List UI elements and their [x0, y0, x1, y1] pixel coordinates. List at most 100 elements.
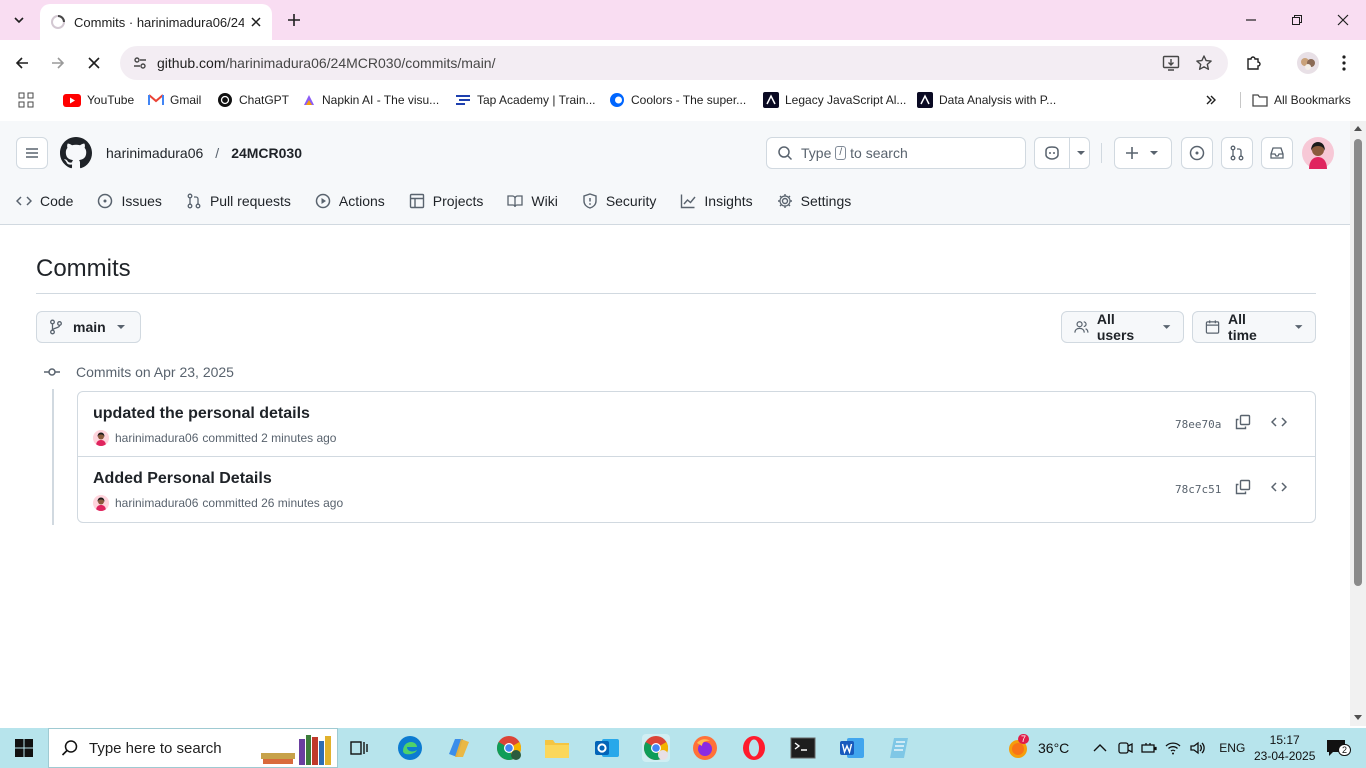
branch-selector[interactable]: main: [36, 311, 141, 343]
meet-now-icon[interactable]: [1117, 740, 1133, 756]
nav-insights[interactable]: Insights: [680, 193, 753, 209]
search-input[interactable]: Type / to search: [766, 137, 1026, 169]
chrome-taskbar-button[interactable]: [642, 734, 670, 762]
bookmark-coolors[interactable]: Coolors - The super...: [609, 86, 746, 114]
page-scrollbar[interactable]: [1350, 121, 1366, 726]
scroll-down-icon[interactable]: [1354, 715, 1362, 721]
chevron-up-icon[interactable]: [1093, 743, 1107, 753]
issues-button[interactable]: [1181, 137, 1213, 169]
commit-sha-link[interactable]: 78ee70a: [1175, 418, 1221, 431]
notepad-button[interactable]: [887, 734, 915, 762]
copy-icon[interactable]: [1235, 414, 1251, 430]
scroll-up-icon[interactable]: [1354, 125, 1362, 131]
nav-actions[interactable]: Actions: [315, 193, 385, 209]
nav-code[interactable]: Code: [16, 193, 73, 209]
start-button[interactable]: [0, 728, 48, 768]
more-bookmarks-button[interactable]: [1204, 86, 1218, 114]
bookmark-data-analysis[interactable]: Data Analysis with P...: [917, 86, 1056, 114]
commit-message-link[interactable]: Added Personal Details: [93, 470, 272, 488]
nav-security[interactable]: Security: [582, 193, 656, 209]
author-avatar[interactable]: [93, 495, 109, 511]
nav-settings[interactable]: Settings: [777, 193, 851, 209]
caret-down-icon: [116, 325, 125, 329]
time-filter[interactable]: All time: [1192, 311, 1316, 343]
profile-button[interactable]: [1294, 49, 1322, 77]
minimize-icon: [1246, 19, 1256, 21]
language-indicator[interactable]: ENG: [1219, 741, 1245, 755]
wifi-icon[interactable]: [1165, 740, 1181, 756]
bookmark-napkin[interactable]: Napkin AI - The visu...: [302, 86, 439, 114]
install-app-icon[interactable]: [1162, 54, 1180, 72]
all-bookmarks-button[interactable]: All Bookmarks: [1252, 86, 1351, 114]
search-suffix: to search: [850, 145, 908, 161]
caret-down-icon[interactable]: [1076, 148, 1086, 158]
weather-widget[interactable]: 7 36°C: [1006, 734, 1069, 760]
terminal-button[interactable]: [789, 734, 817, 762]
global-menu-button[interactable]: [16, 137, 48, 169]
repo-owner-link[interactable]: harinimadura06: [106, 145, 203, 161]
commit-author-link[interactable]: harinimadura06: [115, 496, 198, 510]
author-avatar[interactable]: [93, 430, 109, 446]
new-tab-button[interactable]: [282, 8, 306, 32]
task-view-icon: [350, 741, 368, 755]
commit-sha-link[interactable]: 78c7c51: [1175, 483, 1221, 496]
notification-center-button[interactable]: 2: [1322, 736, 1352, 760]
minimize-button[interactable]: [1238, 8, 1264, 32]
user-avatar[interactable]: [1302, 137, 1334, 169]
inbox-button[interactable]: [1261, 137, 1293, 169]
create-new-button[interactable]: [1114, 137, 1172, 169]
bookmark-tap-academy[interactable]: Tap Academy | Train...: [455, 86, 596, 114]
site-settings-icon[interactable]: [132, 55, 148, 71]
bookmark-chatgpt[interactable]: ChatGPT: [217, 86, 289, 114]
volume-icon[interactable]: [1189, 740, 1207, 756]
nav-issues[interactable]: Issues: [97, 193, 162, 209]
scrollbar-thumb[interactable]: [1354, 139, 1362, 586]
forward-button[interactable]: [44, 49, 72, 77]
extensions-button[interactable]: [1240, 49, 1268, 77]
bookmark-legacy-js[interactable]: Legacy JavaScript Al...: [763, 86, 906, 114]
stop-loading-button[interactable]: [80, 49, 108, 77]
search-prefix: Type: [801, 145, 832, 161]
bookmark-gmail[interactable]: Gmail: [148, 86, 201, 114]
copy-icon[interactable]: [1235, 479, 1251, 495]
taskbar-clock[interactable]: 15:17 23-04-2025: [1254, 732, 1315, 764]
chrome-profile-taskbar-button[interactable]: [495, 734, 523, 762]
repo-name-link[interactable]: 24MCR030: [231, 145, 302, 161]
back-button[interactable]: [8, 49, 36, 77]
copilot-button[interactable]: [1034, 137, 1090, 169]
edge-taskbar-button[interactable]: [396, 734, 424, 762]
taskbar-search-box[interactable]: Type here to search: [48, 728, 338, 768]
restore-button[interactable]: [1284, 8, 1310, 32]
close-window-button[interactable]: [1330, 8, 1356, 32]
commit-message-link[interactable]: updated the personal details: [93, 405, 310, 423]
bookmark-star-icon[interactable]: [1195, 54, 1213, 72]
bookmark-youtube[interactable]: YouTube: [63, 86, 134, 114]
bookmark-label: Gmail: [170, 93, 202, 107]
battery-plug-icon[interactable]: [1141, 740, 1157, 756]
copilot-icon: [1045, 146, 1059, 160]
pull-requests-button[interactable]: [1221, 137, 1253, 169]
github-logo-icon[interactable]: [60, 137, 92, 169]
commit-group-date: Commits on Apr 23, 2025: [76, 364, 234, 380]
task-view-button[interactable]: [346, 734, 374, 762]
users-filter[interactable]: All users: [1061, 311, 1184, 343]
browse-code-icon[interactable]: [1271, 479, 1287, 495]
browse-code-icon[interactable]: [1271, 414, 1287, 430]
nav-projects[interactable]: Projects: [409, 193, 483, 209]
opera-button[interactable]: [740, 734, 768, 762]
apps-button[interactable]: [18, 86, 34, 114]
tab-search-button[interactable]: [6, 8, 32, 32]
file-explorer-button[interactable]: [543, 734, 571, 762]
browser-menu-button[interactable]: [1330, 49, 1358, 77]
close-icon[interactable]: [250, 16, 262, 28]
nav-wiki[interactable]: Wiki: [507, 193, 558, 209]
nav-pull-requests[interactable]: Pull requests: [186, 193, 291, 209]
address-bar[interactable]: github.com/harinimadura06/24MCR030/commi…: [120, 46, 1228, 80]
url-text: github.com/harinimadura06/24MCR030/commi…: [157, 55, 495, 71]
outlook-button[interactable]: [593, 734, 621, 762]
copilot-taskbar-button[interactable]: [445, 734, 473, 762]
firefox-button[interactable]: [691, 734, 719, 762]
commit-author-link[interactable]: harinimadura06: [115, 431, 198, 445]
word-button[interactable]: [838, 734, 866, 762]
active-tab[interactable]: Commits · harinimadura06/24MCR030: [40, 4, 272, 40]
